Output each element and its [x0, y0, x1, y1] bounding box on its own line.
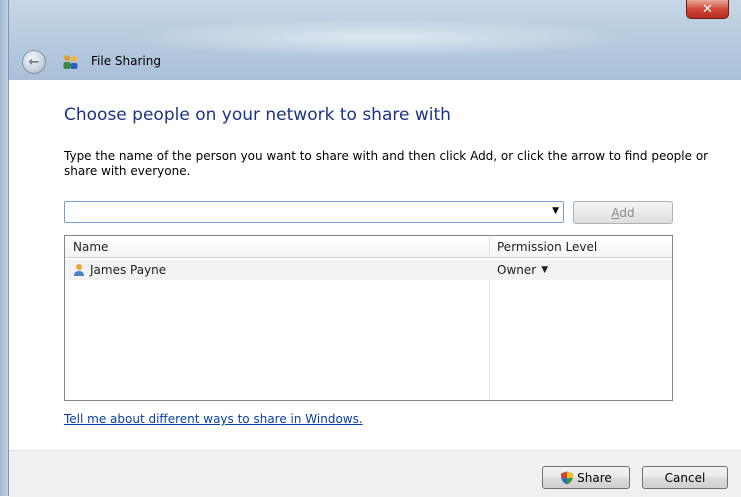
list-header: Name Permission Level — [65, 236, 672, 258]
people-sharing-icon — [63, 55, 78, 69]
dialog-footer — [9, 450, 741, 497]
person-name-input[interactable] — [67, 204, 541, 220]
uac-shield-icon — [561, 471, 574, 484]
dropdown-arrow-icon[interactable]: ▼ — [552, 206, 559, 216]
column-header-name[interactable]: Name — [73, 240, 108, 254]
person-name-combobox[interactable]: ▼ — [64, 201, 564, 223]
column-header-permission[interactable]: Permission Level — [497, 240, 597, 254]
share-button-label: Share — [577, 470, 612, 485]
close-icon: ✕ — [702, 1, 713, 17]
user-icon — [74, 264, 84, 276]
add-button[interactable]: Add — [573, 201, 673, 224]
window-title: File Sharing — [91, 54, 161, 68]
chevron-down-icon: ▼ — [541, 265, 549, 275]
back-arrow-icon: ← — [28, 54, 40, 70]
permission-dropdown[interactable]: Owner ▼ — [497, 263, 548, 277]
close-button[interactable]: ✕ — [686, 0, 729, 19]
table-row[interactable]: James Payne Owner ▼ — [65, 260, 672, 280]
user-name: James Payne — [90, 263, 167, 277]
cancel-button[interactable]: Cancel — [642, 466, 728, 489]
back-button[interactable]: ← — [22, 50, 46, 74]
instructions-text: Type the name of the person you want to … — [64, 149, 709, 178]
page-heading: Choose people on your network to share w… — [64, 105, 451, 125]
share-button[interactable]: Share — [542, 466, 630, 489]
window-left-border — [0, 0, 9, 496]
help-link[interactable]: Tell me about different ways to share in… — [64, 412, 363, 426]
titlebar-sheen — [120, 18, 640, 58]
people-list[interactable]: Name Permission Level James Payne Owner … — [64, 235, 673, 401]
cancel-button-label: Cancel — [664, 470, 706, 485]
row-name-cell: James Payne — [73, 263, 166, 277]
permission-value: Owner — [497, 263, 537, 277]
add-button-label: Add — [611, 205, 635, 220]
